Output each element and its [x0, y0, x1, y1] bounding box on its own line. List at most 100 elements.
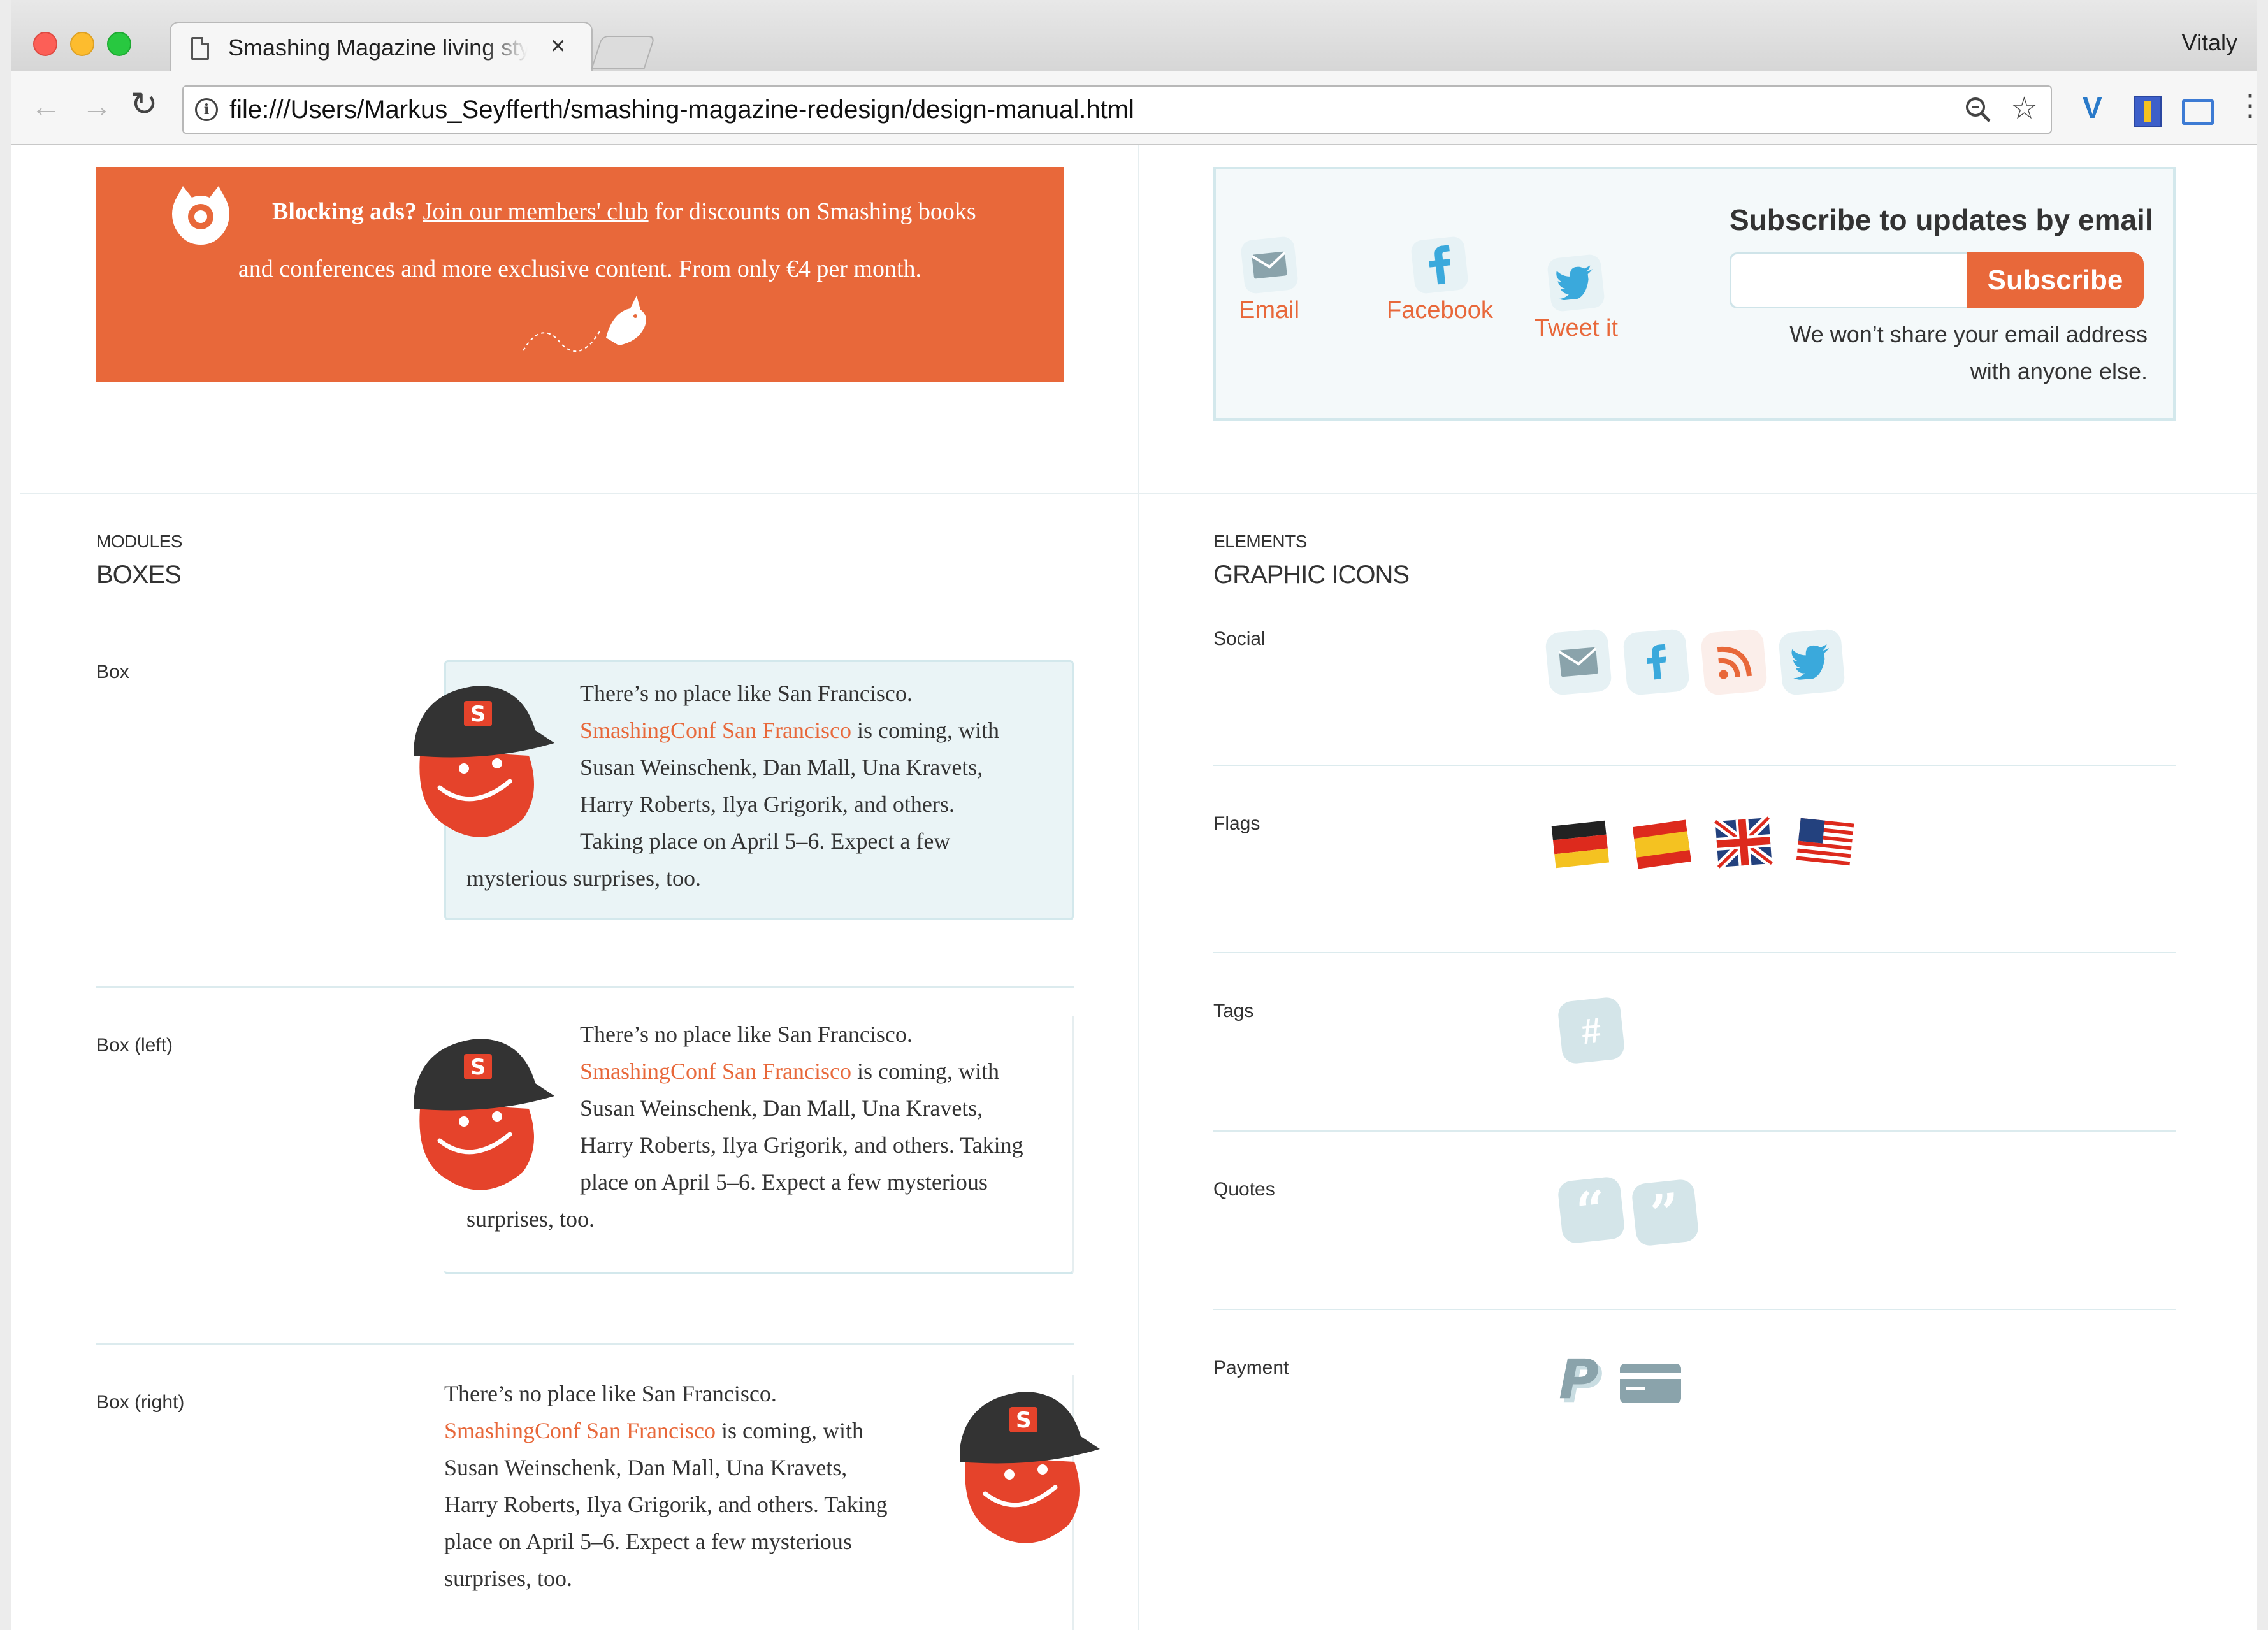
elements-divider-2	[1213, 952, 2176, 953]
elements-divider-4	[1213, 1309, 2176, 1310]
box-row-divider-2	[96, 1343, 1074, 1345]
smashingconf-link[interactable]: SmashingConf San Francisco	[580, 718, 851, 743]
rss-icon	[1700, 628, 1768, 696]
zoom-icon[interactable]	[1964, 96, 1992, 124]
row-label-box-left: Box (left)	[96, 1035, 173, 1056]
page-content: Blocking ads? Join our members' club for…	[11, 145, 2257, 1630]
smashingconf-link-left[interactable]: SmashingConf San Francisco	[580, 1058, 851, 1084]
box-after-link: is coming, with	[851, 718, 999, 743]
promo-rest: for discounts on Smashing books	[648, 198, 976, 225]
elements-divider-3	[1213, 1130, 2176, 1132]
privacy-note-line-2: with anyone else.	[1970, 358, 2148, 384]
hashtag-icon: #	[1557, 996, 1626, 1065]
twitter-label: Tweet it	[1535, 315, 1618, 342]
mascot-illustration: S	[414, 686, 554, 837]
close-window-button[interactable]	[33, 32, 57, 56]
box-right-line-5: place on April 5–6. Expect a few mysteri…	[444, 1529, 852, 1554]
elements-kicker: ELEMENTS	[1213, 531, 1307, 551]
spanish-flag-icon	[1633, 819, 1691, 869]
box-line-3: Susan Weinschenk, Dan Mall, Una Kravets,	[580, 754, 983, 780]
smashingconf-link-right[interactable]: SmashingConf San Francisco	[444, 1418, 716, 1443]
box-right-text: There’s no place like San Francisco. Sma…	[444, 1375, 888, 1597]
box-left-after-link: is coming, with	[851, 1058, 999, 1084]
column-divider	[1138, 145, 1139, 1630]
cast-icon[interactable]	[2182, 99, 2214, 125]
membership-promo-banner: Blocking ads? Join our members' club for…	[96, 167, 1064, 382]
svg-text:S: S	[470, 702, 486, 727]
open-quote-icon: “	[1557, 1176, 1626, 1244]
share-email[interactable]: Email	[1239, 235, 1299, 324]
extension-ruler-icon[interactable]	[2134, 96, 2162, 127]
modules-kicker: MODULES	[96, 531, 182, 551]
subscribe-button[interactable]: Subscribe	[1967, 252, 2144, 308]
extension-v-icon[interactable]: V	[2083, 90, 2102, 125]
svg-text:S: S	[1016, 1408, 1032, 1433]
facebook-icon	[1622, 628, 1691, 696]
svg-text:P: P	[1559, 1355, 1599, 1411]
row-label-payment: Payment	[1213, 1357, 1289, 1378]
profile-name[interactable]: Vitaly	[2182, 29, 2237, 56]
address-bar[interactable]: i file:///Users/Markus_Seyfferth/smashin…	[182, 85, 2052, 134]
share-twitter[interactable]: Tweet it	[1535, 253, 1618, 342]
privacy-note-line-1: We won’t share your email address	[1789, 321, 2148, 347]
tab-close-icon[interactable]: ×	[551, 32, 565, 61]
new-tab-button[interactable]	[591, 36, 656, 69]
row-label-box: Box	[96, 661, 129, 682]
info-icon[interactable]: i	[195, 98, 218, 121]
box-intro: There’s no place like San Francisco.	[580, 681, 913, 706]
promo-line-1: Blocking ads? Join our members' club for…	[272, 198, 976, 226]
box-right-link-line: SmashingConf San Francisco is coming, wi…	[444, 1412, 888, 1449]
box-link-line: SmashingConf San Francisco is coming, wi…	[580, 712, 999, 749]
uk-flag-icon	[1714, 816, 1773, 869]
row-label-quotes: Quotes	[1213, 1179, 1275, 1200]
url-text[interactable]: file:///Users/Markus_Seyfferth/smashing-…	[229, 96, 1134, 124]
mascot-illustration-right: S	[960, 1392, 1100, 1543]
reload-icon[interactable]: ↻	[130, 85, 158, 124]
title-bar: Smashing Magazine living style guide × V…	[11, 0, 2257, 74]
box-left-text: There’s no place like San Francisco. Sma…	[580, 1016, 1023, 1201]
close-quote-icon: ”	[1631, 1178, 1700, 1247]
box-left-line-4: Harry Roberts, Ilya Grigorik, and others…	[580, 1132, 1023, 1158]
share-facebook[interactable]: Facebook	[1387, 235, 1493, 324]
email-icon	[1239, 235, 1299, 295]
modules-title: BOXES	[96, 561, 182, 589]
box-line-4: Harry Roberts, Ilya Grigorik, and others…	[580, 791, 955, 817]
row-label-social: Social	[1213, 628, 1266, 649]
box-right-line-6: surprises, too.	[444, 1566, 572, 1591]
promo-line-2: and conferences and more exclusive conte…	[238, 256, 922, 282]
active-tab[interactable]: Smashing Magazine living style guide ×	[170, 22, 593, 74]
box-right-line-3: Susan Weinschenk, Dan Mall, Una Kravets,	[444, 1455, 848, 1480]
us-flag-icon	[1796, 818, 1854, 869]
box-right-intro: There’s no place like San Francisco.	[444, 1381, 777, 1406]
members-club-link[interactable]: Join our members' club	[423, 198, 649, 225]
zoom-window-button[interactable]	[107, 32, 131, 56]
browser-toolbar: ← → ↻ i file:///Users/Markus_Seyfferth/s…	[11, 71, 2257, 145]
forward-arrow-icon[interactable]: →	[82, 89, 112, 124]
mouse-illustration-icon	[523, 296, 646, 352]
box-line-5: Taking place on April 5–6. Expect a few	[580, 828, 951, 854]
box-left-intro: There’s no place like San Francisco.	[580, 1021, 913, 1047]
row-label-box-right: Box (right)	[96, 1392, 185, 1413]
row-label-tags: Tags	[1213, 1000, 1254, 1021]
twitter-icon	[1777, 628, 1846, 696]
credit-card-icon	[1620, 1364, 1681, 1403]
cat-logo-icon	[172, 186, 229, 245]
box-right-line-4: Harry Roberts, Ilya Grigorik, and others…	[444, 1492, 888, 1517]
email-icon	[1544, 628, 1613, 696]
section-divider	[20, 493, 2257, 494]
menu-dots-icon[interactable]: ⋮	[2235, 88, 2257, 122]
mascot-illustration-left: S	[414, 1039, 554, 1190]
bookmark-star-icon[interactable]: ☆	[2011, 90, 2038, 126]
back-arrow-icon[interactable]: ←	[31, 89, 61, 124]
box-right-after-link: is coming, with	[715, 1418, 863, 1443]
share-subscribe-box: Email Facebook Tweet it Subscribe to upd…	[1213, 167, 2176, 421]
elements-divider-1	[1213, 765, 2176, 766]
email-input[interactable]	[1730, 252, 1972, 308]
elements-title: GRAPHIC ICONS	[1213, 561, 1410, 589]
promo-bold: Blocking ads?	[272, 198, 417, 225]
privacy-note: We won’t share your email address with a…	[1701, 316, 2148, 390]
minimize-window-button[interactable]	[70, 32, 94, 56]
browser-window: Smashing Magazine living style guide × V…	[11, 0, 2257, 1630]
german-flag-icon	[1551, 820, 1610, 869]
tab-title: Smashing Magazine living style guide	[228, 34, 528, 61]
